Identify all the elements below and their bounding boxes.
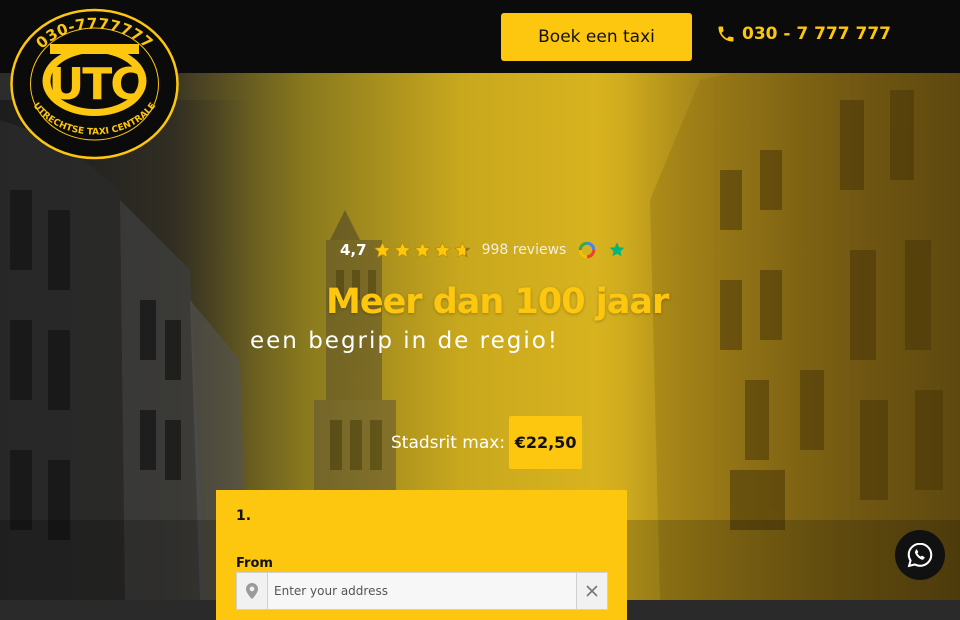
hero-subheadline: een begrip in de regio! bbox=[250, 328, 560, 354]
from-label: From bbox=[236, 556, 273, 571]
header-phone-number: 030 - 7 777 777 bbox=[742, 24, 892, 44]
close-icon bbox=[586, 585, 598, 597]
logo-monogram: UTC bbox=[48, 59, 140, 110]
city-ride-price: Stadsrit max: €22,50 bbox=[391, 416, 583, 469]
star-icon bbox=[433, 241, 451, 258]
price-badge: €22,50 bbox=[509, 416, 583, 469]
booking-form: 1. From bbox=[216, 490, 627, 620]
phone-icon bbox=[718, 26, 734, 42]
reviews-count: 998 reviews bbox=[481, 242, 567, 258]
book-taxi-button[interactable]: Boek een taxi bbox=[501, 13, 692, 61]
whatsapp-button[interactable] bbox=[895, 530, 945, 580]
google-icon bbox=[579, 241, 596, 259]
whatsapp-icon bbox=[907, 542, 933, 568]
trustpilot-star-icon bbox=[609, 242, 625, 257]
star-half-icon bbox=[453, 241, 471, 258]
from-address-field bbox=[236, 572, 608, 610]
utc-logo[interactable]: 030-7777777 UTRECHTSE TAXI CENTRALE UTC bbox=[10, 8, 179, 160]
rating-score: 4,7 bbox=[340, 241, 367, 259]
clear-address-button[interactable] bbox=[576, 573, 607, 609]
star-icon bbox=[373, 241, 391, 258]
form-step-number: 1. bbox=[236, 508, 252, 524]
star-icon bbox=[393, 241, 411, 258]
hero-headline: Meer dan 100 jaar bbox=[326, 282, 669, 322]
from-address-input[interactable] bbox=[268, 573, 576, 609]
header-phone-link[interactable]: 030 - 7 777 777 bbox=[716, 22, 891, 46]
star-icon bbox=[413, 241, 431, 258]
price-label: Stadsrit max: bbox=[391, 432, 506, 453]
rating-stars bbox=[373, 241, 472, 260]
rating-summary: 4,7 998 reviews bbox=[340, 238, 626, 262]
map-pin-icon bbox=[237, 573, 268, 609]
